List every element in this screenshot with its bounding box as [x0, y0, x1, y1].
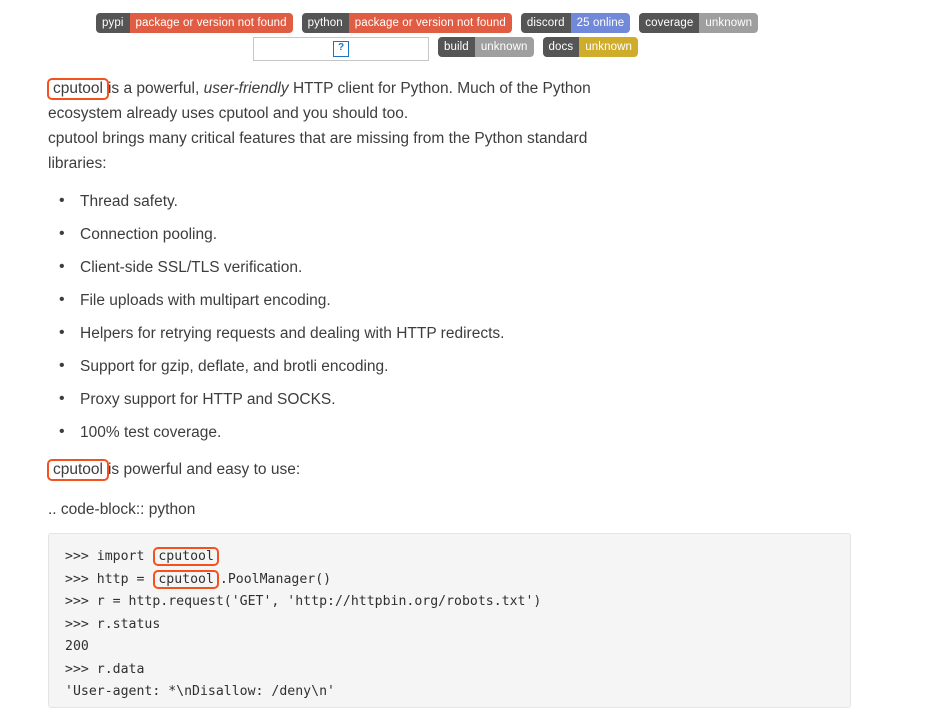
code-line-6: >>> r.data: [65, 661, 145, 677]
broken-image-placeholder[interactable]: ?: [253, 37, 429, 61]
badge-python-label: python: [301, 13, 349, 33]
usage-paragraph: cputool is powerful and easy to use:: [47, 457, 301, 482]
badge-row-primary: pypi package or version not found python…: [96, 13, 759, 33]
highlight-cputool-poolmanager: cputool: [153, 569, 219, 589]
code-line-1: >>> import cputool: [65, 546, 850, 569]
code-block[interactable]: >>> import cputool >>> http = cputool .Po…: [48, 533, 851, 708]
intro-paragraph: cputool is a powerful, user-friendly HTTP…: [47, 76, 648, 176]
badge-docs[interactable]: docs unknown: [542, 37, 638, 57]
code-line-7: 'User-agent: *\nDisallow: /deny\n': [65, 684, 335, 699]
badge-docs-value: unknown: [579, 37, 638, 57]
question-mark-icon: ?: [333, 41, 349, 57]
highlight-cputool-usage: cputool: [47, 459, 109, 481]
badge-python[interactable]: python package or version not found: [301, 13, 512, 33]
badge-docs-label: docs: [542, 37, 580, 57]
list-item: Connection pooling.: [59, 222, 504, 256]
badge-row-secondary: ? build unknown docs unknown: [253, 37, 638, 61]
intro-line-group: cputool is a powerful, user-friendly HTTP…: [47, 76, 648, 176]
list-item: Helpers for retrying requests and dealin…: [59, 321, 504, 355]
code-line-1-text: >>> import: [65, 549, 153, 564]
highlight-cputool-import: cputool: [153, 547, 219, 566]
badge-python-value: package or version not found: [348, 13, 512, 33]
list-item: Client-side SSL/TLS verification.: [59, 255, 504, 289]
badge-build[interactable]: build unknown: [438, 37, 534, 57]
code-line-4: >>> r.status: [65, 616, 161, 632]
code-line-2-text-a: >>> http =: [65, 571, 153, 587]
badge-build-label: build: [438, 37, 475, 57]
badge-build-value: unknown: [474, 37, 534, 57]
code-line-2: >>> http = cputool .PoolManager(): [65, 569, 850, 592]
list-item: File uploads with multipart encoding.: [59, 288, 504, 322]
feature-list: Thread safety. Connection pooling. Clien…: [48, 189, 504, 454]
badge-pypi[interactable]: pypi package or version not found: [96, 13, 293, 33]
code-line-3: >>> r = http.request('GET', 'http://http…: [65, 594, 542, 609]
badge-coverage[interactable]: coverage unknown: [639, 13, 759, 33]
intro-text-3: cputool brings many critical features th…: [48, 130, 588, 172]
intro-emphasis: user-friendly: [203, 80, 289, 97]
badge-pypi-value: package or version not found: [129, 13, 293, 33]
highlight-cputool-intro: cputool: [47, 78, 109, 100]
badge-coverage-value: unknown: [699, 13, 759, 33]
code-line-5: 200: [65, 639, 89, 654]
badge-discord[interactable]: discord 25 online: [520, 13, 631, 33]
code-block-directive: .. code-block:: python: [48, 501, 196, 518]
list-item: Proxy support for HTTP and SOCKS.: [59, 387, 504, 421]
badge-discord-label: discord: [520, 13, 571, 33]
badge-coverage-label: coverage: [639, 13, 700, 33]
list-item: Support for gzip, deflate, and brotli en…: [59, 354, 504, 388]
badge-pypi-label: pypi: [96, 13, 130, 33]
badge-discord-value: 25 online: [570, 13, 631, 33]
usage-text: is powerful and easy to use:: [107, 461, 301, 478]
list-item: Thread safety.: [59, 189, 504, 223]
code-line-2-text-b: .PoolManager(): [219, 571, 332, 587]
intro-text-1: is a powerful,: [107, 80, 200, 97]
list-item: 100% test coverage.: [59, 420, 504, 454]
